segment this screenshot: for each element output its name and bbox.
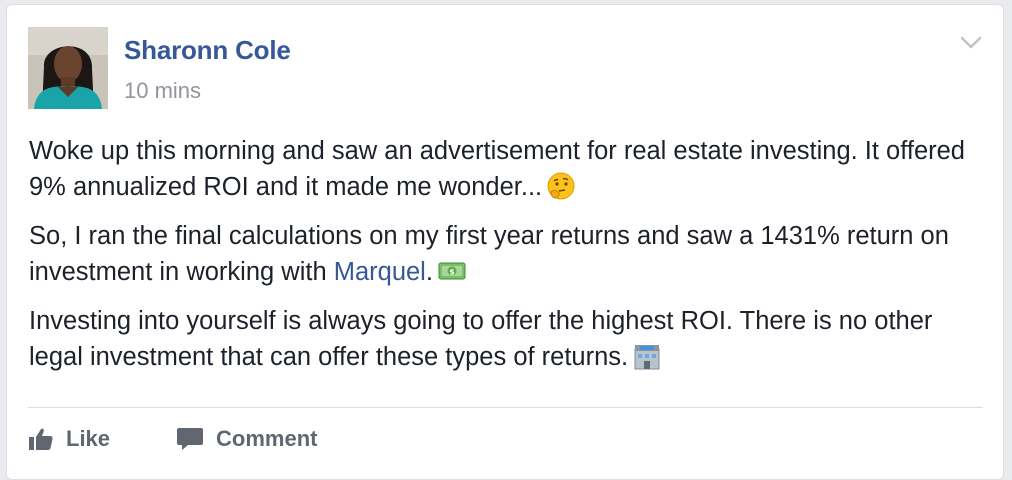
bank-emoji — [632, 341, 662, 371]
like-button[interactable]: Like — [28, 426, 110, 452]
post-timestamp[interactable]: 10 mins — [124, 78, 201, 104]
avatar[interactable] — [28, 27, 108, 109]
post-card: Sharonn Cole 10 mins Woke up this mornin… — [6, 4, 1004, 480]
paragraph-text-end: . — [425, 258, 433, 286]
comment-button[interactable]: Comment — [176, 426, 317, 452]
post-paragraph: So, I ran the final calculations on my f… — [29, 218, 984, 290]
paragraph-text: So, I ran the final calculations on my f… — [29, 222, 949, 286]
comment-bubble-icon — [176, 426, 204, 452]
thumbs-up-icon — [28, 426, 54, 452]
author-name[interactable]: Sharonn Cole — [124, 35, 291, 66]
like-label: Like — [66, 426, 111, 451]
chevron-down-icon[interactable] — [959, 33, 983, 53]
post-paragraph: Woke up this morning and saw an advertis… — [29, 133, 984, 205]
paragraph-text: Woke up this morning and saw an advertis… — [29, 137, 965, 201]
action-bar: Like Comment — [28, 421, 383, 457]
post-body: Woke up this morning and saw an advertis… — [29, 133, 984, 388]
paragraph-text: Investing into yourself is always going … — [29, 307, 933, 371]
post-paragraph: Investing into yourself is always going … — [29, 303, 984, 375]
divider — [28, 407, 983, 408]
svg-text:$: $ — [449, 268, 455, 277]
thinking-face-emoji — [546, 171, 576, 201]
dollar-banknote-emoji: $ — [437, 256, 467, 286]
mention-link[interactable]: Marquel — [334, 258, 426, 286]
comment-label: Comment — [216, 426, 318, 451]
